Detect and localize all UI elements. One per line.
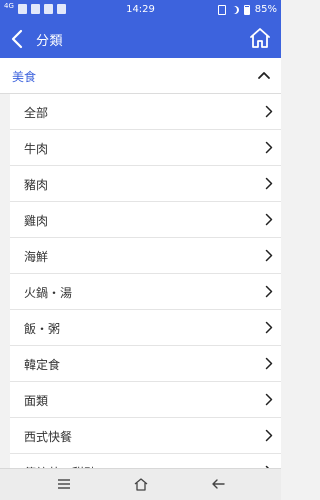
list-item[interactable]: 全部 xyxy=(10,94,281,130)
list-item[interactable]: 西式快餐 xyxy=(10,418,281,454)
status-icons-right: 85% xyxy=(217,4,277,15)
category-list-inner: 全部牛肉豬肉雞肉海鮮火鍋・湯飯・粥韓定食面類西式快餐傳統茶・甜點 xyxy=(10,94,281,468)
chevron-right-icon xyxy=(265,285,273,298)
category-list: 全部牛肉豬肉雞肉海鮮火鍋・湯飯・粥韓定食面類西式快餐傳統茶・甜點 xyxy=(0,94,281,468)
list-item[interactable]: 牛肉 xyxy=(10,130,281,166)
list-item-label: 西式快餐 xyxy=(24,430,73,444)
chevron-right-icon xyxy=(265,357,273,370)
list-item-label: 面類 xyxy=(24,394,49,408)
home-icon xyxy=(250,28,270,48)
list-item[interactable]: 雞肉 xyxy=(10,202,281,238)
back-button[interactable] xyxy=(8,28,28,50)
chevron-right-icon xyxy=(265,141,273,154)
navigation-bar xyxy=(0,468,281,500)
list-item-label: 飯・粥 xyxy=(24,322,61,336)
list-item[interactable]: 飯・粥 xyxy=(10,310,281,346)
chevron-right-icon xyxy=(265,213,273,226)
page-title: 分類 xyxy=(36,34,64,49)
list-item-label: 韓定食 xyxy=(24,358,61,372)
list-item-label: 豬肉 xyxy=(24,178,49,192)
status-bar: 4G 14:29 85% xyxy=(0,0,281,20)
battery-percent: 85% xyxy=(254,4,277,15)
list-item[interactable]: 火鍋・湯 xyxy=(10,274,281,310)
section-header[interactable]: 美食 xyxy=(0,58,281,94)
back-chevron-icon xyxy=(11,29,23,49)
chevron-right-icon xyxy=(265,429,273,442)
back-arrow-icon[interactable] xyxy=(210,477,226,491)
list-item[interactable]: 傳統茶・甜點 xyxy=(10,454,281,468)
section-title: 美食 xyxy=(12,70,37,84)
moon-icon xyxy=(231,6,239,14)
battery-icon xyxy=(243,4,250,15)
chevron-right-icon xyxy=(265,249,273,262)
list-item-label: 火鍋・湯 xyxy=(24,286,73,300)
app-header: 分類 xyxy=(0,20,281,58)
list-item[interactable]: 豬肉 xyxy=(10,166,281,202)
chevron-right-icon xyxy=(265,393,273,406)
list-item[interactable]: 海鮮 xyxy=(10,238,281,274)
chevron-right-icon xyxy=(265,177,273,190)
list-item-label: 全部 xyxy=(24,106,49,120)
home-icon[interactable] xyxy=(133,477,149,491)
vibrate-icon xyxy=(217,4,226,15)
list-item-label: 牛肉 xyxy=(24,142,49,156)
list-item[interactable]: 面類 xyxy=(10,382,281,418)
chevron-up-icon xyxy=(258,72,270,79)
screen: 4G 14:29 85% 分類 美食 全部 牛肉 豬肉 雞肉 海鮮 火鍋・湯 飯… xyxy=(0,0,281,500)
home-button[interactable] xyxy=(248,26,272,50)
chevron-right-icon xyxy=(265,105,273,118)
chevron-right-icon xyxy=(265,321,273,334)
list-item[interactable]: 韓定食 xyxy=(10,346,281,382)
list-item-label: 海鮮 xyxy=(24,250,49,264)
menu-icon[interactable] xyxy=(56,477,72,491)
list-item-label: 雞肉 xyxy=(24,214,49,228)
